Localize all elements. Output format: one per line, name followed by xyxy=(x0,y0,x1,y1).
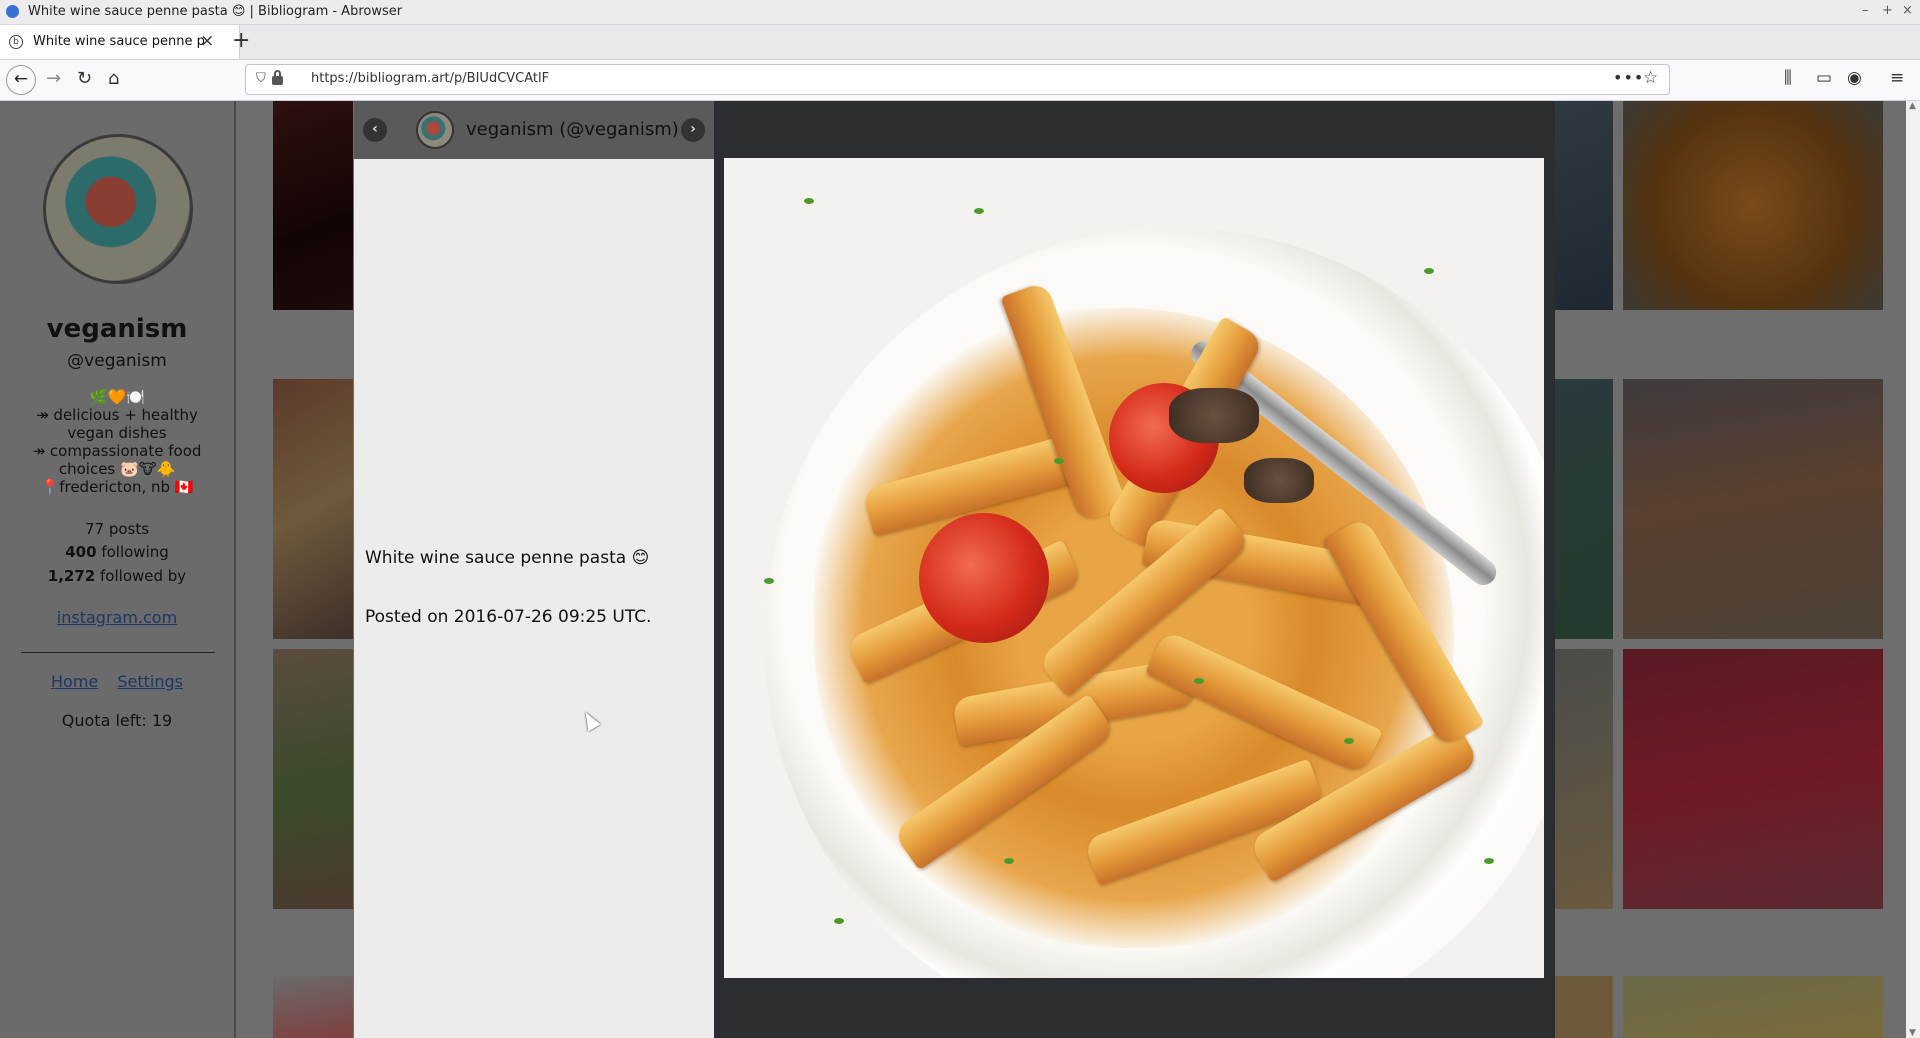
sidebar-divider xyxy=(21,652,215,653)
followers-label: followed by xyxy=(100,567,187,585)
following-count: 400 xyxy=(65,543,97,561)
tab-close-icon[interactable]: × xyxy=(200,31,214,51)
profile-sidebar: veganism @veganism 🌿🧡🍽️ ↠ delicious + he… xyxy=(0,101,236,1038)
herb-shape xyxy=(804,198,814,204)
forward-button[interactable]: → xyxy=(46,68,61,89)
home-button[interactable]: ⌂ xyxy=(108,68,119,89)
tracking-shield-icon[interactable]: ⛉ xyxy=(256,71,266,86)
next-post-button[interactable]: › xyxy=(681,118,705,142)
grid-post-thumbnail[interactable] xyxy=(273,649,353,909)
browser-app-icon xyxy=(6,5,19,18)
bookmark-star-icon[interactable]: ☆ xyxy=(1643,68,1658,88)
herb-shape xyxy=(1424,268,1434,274)
tomato-shape xyxy=(919,513,1049,643)
post-timestamp: Posted on 2016-07-26 09:25 UTC. xyxy=(365,607,652,627)
home-link[interactable]: Home xyxy=(51,672,98,691)
grid-post-thumbnail[interactable] xyxy=(273,101,353,310)
post-author-avatar[interactable] xyxy=(416,111,454,149)
bio-line: 🌿🧡🍽️ xyxy=(88,388,146,406)
reload-button[interactable]: ↻ xyxy=(77,68,92,89)
url-text[interactable]: https://bibliogram.art/p/BIUdCVCAtlF xyxy=(311,71,549,86)
library-icon[interactable]: ⫼ xyxy=(1784,68,1792,88)
window-title: White wine sauce penne pasta 😊 | Bibliog… xyxy=(28,4,403,19)
profile-avatar xyxy=(43,134,193,284)
page-actions-icon[interactable]: ••• xyxy=(1613,68,1644,87)
posts-stat: 77 posts xyxy=(0,520,234,538)
sidebar-toggle-icon[interactable]: ▭ xyxy=(1816,68,1832,88)
back-button[interactable]: ← xyxy=(6,65,36,95)
tab-label: White wine sauce penne pasta xyxy=(33,34,205,49)
new-tab-button[interactable]: + xyxy=(232,28,250,53)
followers-stat: 1,272 followed by xyxy=(0,567,234,585)
account-icon[interactable]: ◉ xyxy=(1847,68,1862,88)
grid-post-thumbnail[interactable] xyxy=(1555,379,1613,639)
window-titlebar: White wine sauce penne pasta 😊 | Bibliog… xyxy=(0,0,1920,25)
grid-post-thumbnail[interactable] xyxy=(1555,976,1613,1038)
tab-strip: b White wine sauce penne pasta × + xyxy=(0,25,1920,60)
posts-count: 77 xyxy=(84,520,105,538)
post-author-title[interactable]: veganism (@veganism) xyxy=(466,119,679,140)
profile-handle: @veganism xyxy=(67,351,167,371)
lock-icon[interactable] xyxy=(272,70,283,85)
herb-shape xyxy=(764,578,774,584)
address-bar[interactable]: ⛉ https://bibliogram.art/p/BIUdCVCAtlF •… xyxy=(245,64,1670,95)
following-label: following xyxy=(101,543,169,561)
maximize-button[interactable]: + xyxy=(1882,3,1893,18)
herb-shape xyxy=(1194,678,1204,684)
grid-post-thumbnail[interactable] xyxy=(1555,101,1613,310)
page-content: veganism @veganism 🌿🧡🍽️ ↠ delicious + he… xyxy=(0,101,1920,1038)
bio-line: ↠ delicious + healthy vegan dishes xyxy=(36,406,198,442)
mushroom-shape xyxy=(1244,458,1314,503)
page-scrollbar[interactable]: ▲ ▼ xyxy=(1906,101,1920,1038)
herb-shape xyxy=(974,208,984,214)
instagram-link[interactable]: instagram.com xyxy=(0,608,234,627)
grid-post-thumbnail[interactable] xyxy=(273,379,353,639)
sidebar-links: Home Settings xyxy=(0,672,234,691)
scroll-up-icon[interactable]: ▲ xyxy=(1909,101,1916,111)
previous-post-button[interactable]: ‹ xyxy=(363,118,387,142)
profile-name: veganism xyxy=(46,314,188,344)
following-stat: 400 following xyxy=(0,543,234,561)
posts-label: posts xyxy=(108,520,150,538)
minimize-button[interactable]: – xyxy=(1862,3,1869,18)
bibliogram-favicon-icon: b xyxy=(9,35,23,49)
bio-line: 📍fredericton, nb 🇨🇦 xyxy=(40,478,194,496)
herb-shape xyxy=(1484,858,1494,864)
post-caption: White wine sauce penne pasta 😊 xyxy=(365,548,650,568)
grid-post-thumbnail[interactable] xyxy=(1623,101,1883,310)
grid-post-thumbnail[interactable] xyxy=(1623,976,1883,1038)
followers-count: 1,272 xyxy=(47,567,96,585)
menu-icon[interactable]: ≡ xyxy=(1890,68,1904,88)
post-modal-panel: ‹ veganism (@veganism) › White wine sauc… xyxy=(354,101,714,1038)
grid-post-thumbnail[interactable] xyxy=(1623,649,1883,909)
close-window-button[interactable]: × xyxy=(1902,3,1913,18)
profile-bio: 🌿🧡🍽️ ↠ delicious + healthy vegan dishes … xyxy=(14,388,220,496)
herb-shape xyxy=(1004,858,1014,864)
grid-post-thumbnail[interactable] xyxy=(1623,379,1883,639)
herb-shape xyxy=(1054,458,1064,464)
mushroom-shape xyxy=(1169,388,1259,443)
post-modal-header: ‹ veganism (@veganism) › xyxy=(354,101,714,159)
grid-post-thumbnail[interactable] xyxy=(1555,649,1613,909)
herb-shape xyxy=(834,918,844,924)
bio-line: ↠ compassionate food choices 🐷🐮🐥 xyxy=(32,442,202,478)
scroll-down-icon[interactable]: ▼ xyxy=(1909,1028,1916,1038)
navigation-toolbar: ← → ↻ ⌂ ⛉ https://bibliogram.art/p/BIUdC… xyxy=(0,60,1920,101)
post-photo xyxy=(724,158,1544,978)
grid-post-thumbnail[interactable] xyxy=(273,976,353,1038)
settings-link[interactable]: Settings xyxy=(117,672,183,691)
herb-shape xyxy=(1344,738,1354,744)
quota-text: Quota left: 19 xyxy=(61,711,173,730)
tab-active[interactable]: b White wine sauce penne pasta × xyxy=(0,25,240,59)
